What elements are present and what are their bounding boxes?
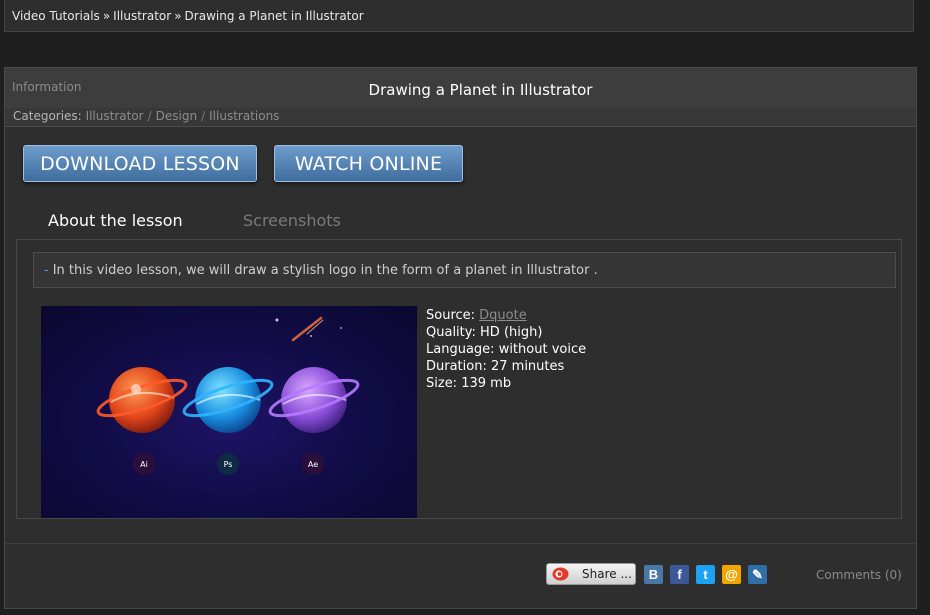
- comments-link[interactable]: Comments (0): [816, 568, 902, 582]
- download-lesson-button[interactable]: DOWNLOAD LESSON: [23, 145, 257, 182]
- detail-quality: Quality: HD (high): [426, 325, 543, 340]
- breadcrumb-current: Drawing a Planet in Illustrator: [184, 9, 364, 23]
- description-dash: -: [44, 263, 49, 278]
- breadcrumb-separator: »: [174, 9, 182, 23]
- category-link-illustrator[interactable]: Illustrator: [86, 109, 144, 123]
- category-link-illustrations[interactable]: Illustrations: [209, 109, 279, 123]
- share-button[interactable]: Share ...: [546, 563, 636, 585]
- share-icon: [552, 567, 569, 581]
- badge-ps: Ps: [224, 460, 233, 469]
- category-separator: /: [201, 109, 206, 123]
- watch-online-button[interactable]: WATCH ONLINE: [274, 145, 463, 182]
- breadcrumb-separator: »: [102, 9, 111, 23]
- detail-duration: Duration: 27 minutes: [426, 359, 565, 374]
- vk-icon[interactable]: B: [644, 565, 663, 584]
- detail-language: Language: without voice: [426, 342, 587, 357]
- breadcrumb-link-illustrator[interactable]: Illustrator: [113, 9, 171, 23]
- description-box: - In this video lesson, we will draw a st…: [33, 252, 896, 288]
- categories-bar: Categories: Illustrator / Design / Illustrat…: [5, 108, 916, 127]
- tab-screenshots[interactable]: Screenshots: [243, 211, 341, 230]
- twitter-icon[interactable]: t: [696, 565, 715, 584]
- livejournal-icon[interactable]: ✎: [748, 565, 767, 584]
- share-label: Share ...: [582, 567, 632, 581]
- page-title: Drawing a Planet in Illustrator: [368, 81, 593, 99]
- categories-label: Categories:: [13, 109, 82, 123]
- description: - In this video lesson, we will draw a st…: [44, 263, 598, 278]
- tab-content: - In this video lesson, we will draw a st…: [16, 239, 902, 519]
- mail-icon[interactable]: @: [722, 565, 741, 584]
- facebook-icon[interactable]: f: [670, 565, 689, 584]
- badge-ai: Ai: [140, 460, 148, 469]
- lesson-details: Source: Dquote Quality: HD (high) Langua…: [426, 307, 586, 392]
- categories: Categories: Illustrator / Design / Illustrat…: [13, 109, 279, 123]
- panel-header: Information Drawing a Planet in Illustra…: [5, 68, 916, 108]
- category-separator: /: [147, 109, 152, 123]
- source-link[interactable]: Dquote: [479, 308, 527, 323]
- breadcrumb: Video Tutorials» Illustrator» Drawing a Pl…: [12, 9, 364, 23]
- breadcrumb-bar: Video Tutorials» Illustrator» Drawing a Pl…: [4, 0, 914, 32]
- lesson-panel: Information Drawing a Planet in Illustra…: [4, 67, 917, 609]
- footer-divider: [5, 543, 916, 544]
- badge-ae: Ae: [308, 460, 318, 469]
- breadcrumb-link-video-tutorials[interactable]: Video Tutorials: [12, 9, 100, 23]
- detail-source: Source: Dquote: [426, 308, 527, 323]
- tab-about-the-lesson[interactable]: About the lesson: [48, 211, 183, 230]
- detail-size: Size: 139 mb: [426, 376, 512, 391]
- lesson-thumbnail[interactable]: Ai Ps Ae: [41, 306, 417, 518]
- description-text: In this video lesson, we will draw a sty…: [52, 263, 598, 278]
- planets-artwork: Ai Ps Ae: [96, 316, 360, 475]
- category-link-design[interactable]: Design: [156, 109, 197, 123]
